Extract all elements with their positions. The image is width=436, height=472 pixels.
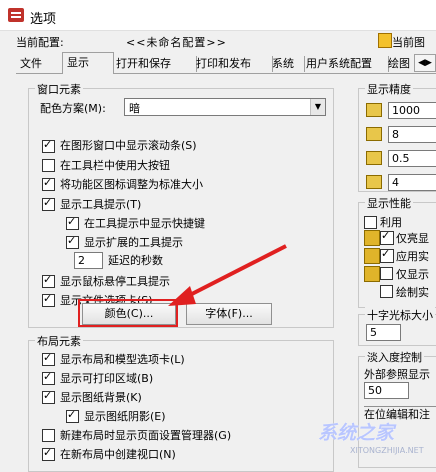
window-title: 选项 xyxy=(30,12,57,27)
contour-lines-input[interactable]: 4 xyxy=(388,174,436,191)
display-resolution-title: 显示精度 xyxy=(365,81,413,97)
arc-smoothness-icon xyxy=(366,103,382,117)
annotation-arrow xyxy=(168,244,287,306)
highlight-raster-icon xyxy=(364,230,380,246)
apply-fill-icon xyxy=(364,248,380,264)
xref-fade-input[interactable]: 50 xyxy=(364,382,409,399)
label-page-setup-manager: 新建布局时显示页面设置管理器(G) xyxy=(60,429,232,442)
checkbox-layout-model-tabs[interactable] xyxy=(42,351,55,366)
tab-files[interactable]: 文件 xyxy=(16,56,63,72)
label-rollover-tooltips: 显示鼠标悬停工具提示 xyxy=(60,275,170,288)
label-scrollbars: 在图形窗口中显示滚动条(S) xyxy=(60,139,197,152)
tab-plot-publish[interactable]: 打印和发布 xyxy=(192,56,273,72)
checkbox-text-boundary[interactable] xyxy=(380,267,393,280)
watermark-logo: 系统之家 xyxy=(318,422,395,444)
arc-smoothness-input[interactable]: 1000 xyxy=(388,102,436,119)
label-apply-fill: 应用实 xyxy=(396,250,429,263)
profile-value: <<未命名配置>> xyxy=(126,36,227,49)
checkbox-ribbon-icons[interactable] xyxy=(42,176,55,191)
drawing-icon xyxy=(378,33,392,48)
watermark-subtitle: XITONGZHIJIA.NET xyxy=(350,446,424,455)
checkbox-file-tabs[interactable] xyxy=(42,292,55,307)
checkbox-tooltips[interactable] xyxy=(42,196,55,211)
render-smoothness-input[interactable]: 0.5 xyxy=(388,150,436,167)
delay-seconds-input[interactable]: 2 xyxy=(74,252,103,269)
label-layout-model-tabs: 显示布局和模型选项卡(L) xyxy=(60,353,185,366)
app-icon xyxy=(8,8,24,22)
checkbox-large-buttons[interactable] xyxy=(42,159,55,172)
label-paper-shadow: 显示图纸阴影(E) xyxy=(84,410,166,423)
label-shortcut-keys: 在工具提示中显示快捷键 xyxy=(84,217,205,230)
checkbox-draw-silhouettes[interactable] xyxy=(380,285,393,298)
label-large-buttons: 在工具栏中使用大按钮 xyxy=(60,159,170,172)
chevron-down-icon: ▼ xyxy=(310,99,325,115)
label-create-viewport: 在新布局中创建视口(N) xyxy=(60,448,176,461)
checkbox-paper-shadow[interactable] xyxy=(66,408,79,423)
label-pan-zoom-raster: 利用 xyxy=(380,216,402,229)
label-delay-seconds: 延迟的秒数 xyxy=(108,254,163,267)
checkbox-scrollbars[interactable] xyxy=(42,138,55,153)
checkbox-rollover-tooltips[interactable] xyxy=(42,273,55,288)
title-bar xyxy=(0,0,436,31)
checkbox-create-viewport[interactable] xyxy=(42,446,55,461)
label-draw-silhouettes: 绘制实 xyxy=(396,286,429,299)
text-boundary-icon xyxy=(364,266,380,282)
tab-open-save[interactable]: 打开和保存 xyxy=(112,56,197,72)
checkbox-apply-fill[interactable] xyxy=(380,247,394,263)
label-ribbon-icons: 将功能区图标调整为标准大小 xyxy=(60,178,203,191)
polyline-segments-input[interactable]: 8 xyxy=(388,126,436,143)
tab-display[interactable]: 显示 xyxy=(62,52,114,74)
checkbox-shortcut-keys[interactable] xyxy=(66,215,79,230)
checkbox-extended-tooltips[interactable] xyxy=(66,234,79,249)
label-highlight-raster: 仅亮显 xyxy=(396,232,429,245)
display-performance-title: 显示性能 xyxy=(365,195,413,211)
profile-label: 当前配置: xyxy=(16,36,64,49)
render-smoothness-icon xyxy=(366,151,382,165)
checkbox-paper-background[interactable] xyxy=(42,389,55,404)
window-elements-title: 窗口元素 xyxy=(35,81,83,97)
fade-control-title: 淡入度控制 xyxy=(365,349,424,365)
crosshair-size-title: 十字光标大小 xyxy=(365,307,435,323)
label-tooltips: 显示工具提示(T) xyxy=(60,198,142,211)
crosshair-size-input[interactable]: 5 xyxy=(366,324,401,341)
tab-system[interactable]: 系统 xyxy=(268,56,305,72)
checkbox-highlight-raster[interactable] xyxy=(380,229,394,245)
polyline-segments-icon xyxy=(366,127,382,141)
label-printable-area: 显示可打印区域(B) xyxy=(60,372,154,385)
tab-user-preferences[interactable]: 用户系统配置 xyxy=(302,56,389,72)
label-paper-background: 显示图纸背景(K) xyxy=(60,391,142,404)
layout-elements-title: 布局元素 xyxy=(35,333,83,349)
contour-lines-icon xyxy=(366,175,382,189)
current-drawing-label: 当前图 xyxy=(392,36,425,49)
checkbox-printable-area[interactable] xyxy=(42,370,55,385)
label-text-boundary: 仅显示 xyxy=(396,268,429,281)
tab-scroll-arrows[interactable]: ◀▶ xyxy=(414,54,436,72)
checkbox-page-setup-manager[interactable] xyxy=(42,429,55,442)
tab-strip: 文件 显示 打开和保存 打印和发布 系统 用户系统配置 绘图 三 xyxy=(16,52,436,74)
checkbox-pan-zoom-raster[interactable] xyxy=(364,216,377,229)
xref-display-label: 外部参照显示 xyxy=(364,368,430,381)
color-scheme-select[interactable]: 暗 ▼ xyxy=(124,98,326,116)
color-scheme-label: 配色方案(M): xyxy=(40,102,106,115)
